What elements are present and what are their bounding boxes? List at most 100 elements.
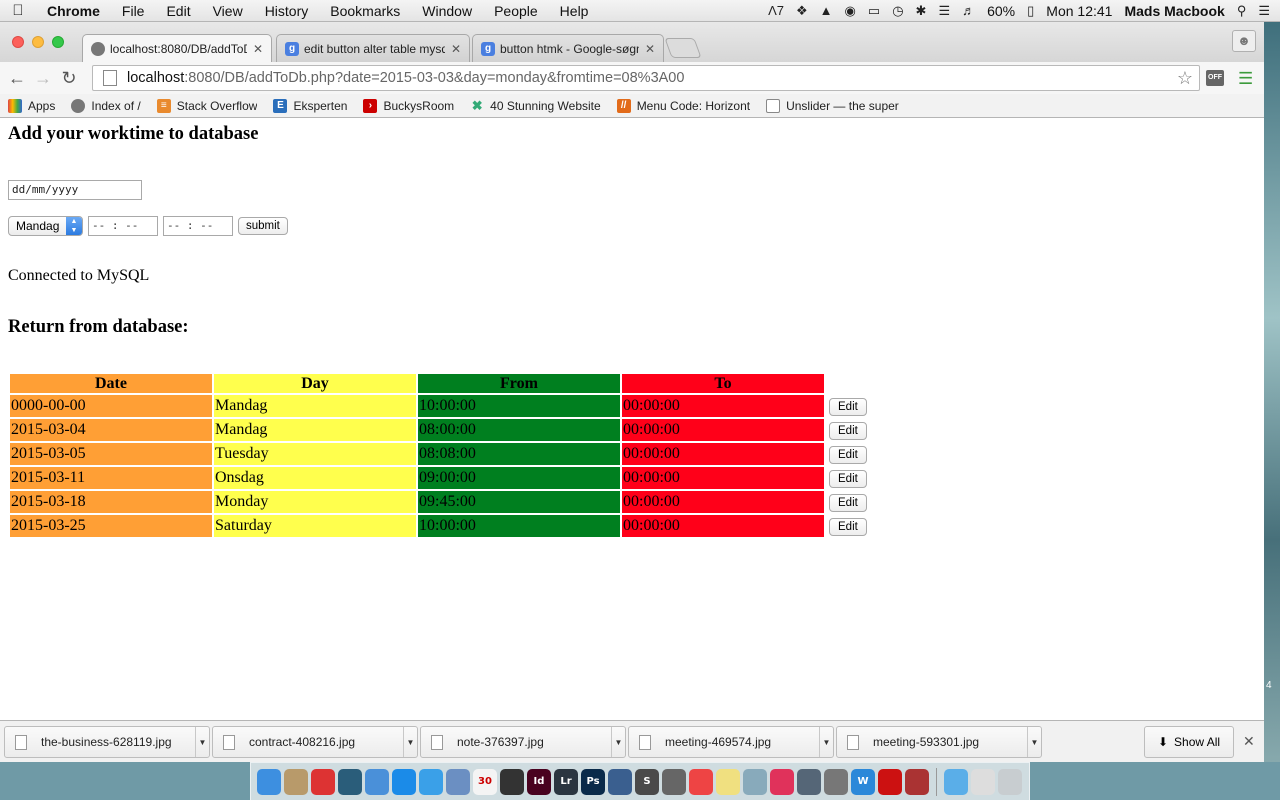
download-item[interactable]: contract-408216.jpg ▼ [212, 726, 418, 758]
indesign-icon[interactable]: Id [527, 768, 551, 795]
lightroom-icon[interactable]: Lr [554, 768, 578, 795]
window-close-button[interactable] [12, 36, 24, 48]
spotlight-search-icon[interactable]: ⚲ [1237, 3, 1247, 19]
menu-view[interactable]: View [202, 3, 254, 19]
bookmark-stack-overflow[interactable]: ≡ Stack Overflow [149, 98, 266, 113]
edit-button[interactable]: Edit [829, 445, 867, 464]
menu-window[interactable]: Window [411, 3, 483, 19]
apple-menu-icon[interactable]:  [0, 2, 36, 19]
forward-arrow-icon[interactable]: → [30, 68, 56, 89]
download-item[interactable]: the-business-628119.jpg ▼ [4, 726, 210, 758]
photo-booth-icon[interactable] [905, 768, 929, 795]
bookmark-eksperten[interactable]: E Eksperten [265, 98, 355, 113]
finder-icon[interactable] [257, 768, 281, 795]
menu-people[interactable]: People [483, 3, 549, 19]
menu-help[interactable]: Help [549, 3, 600, 19]
clock[interactable]: Mon 12:41 [1046, 3, 1112, 19]
battery-percent[interactable]: 60% [987, 3, 1015, 19]
time-machine-status-icon[interactable]: ◷ [892, 3, 903, 19]
bookmark-star-icon[interactable]: ☆ [1177, 68, 1193, 89]
submit-button[interactable]: submit [238, 217, 288, 235]
edit-button[interactable]: Edit [829, 421, 867, 440]
bookmark-40-stunning[interactable]: ✖ 40 Stunning Website [462, 99, 609, 113]
chrome-icon[interactable] [689, 768, 713, 795]
window-minimize-button[interactable] [32, 36, 44, 48]
back-arrow-icon[interactable]: ← [4, 68, 30, 89]
close-icon[interactable]: ✕ [253, 42, 263, 56]
new-tab-button[interactable] [664, 38, 702, 58]
notification-center-icon[interactable]: ☰ [1258, 3, 1270, 19]
bookmark-index[interactable]: Index of / [63, 98, 148, 113]
page-info-icon[interactable] [103, 70, 117, 86]
date-input[interactable]: dd/mm/yyyy [8, 180, 142, 200]
edit-button[interactable]: Edit [829, 517, 867, 536]
sublime-icon[interactable]: S [635, 768, 659, 795]
itunes-icon[interactable] [770, 768, 794, 795]
show-all-downloads-button[interactable]: ⬇ Show All [1144, 726, 1234, 758]
preview-icon[interactable] [446, 768, 470, 795]
day-select[interactable]: Mandag ▲ ▼ [8, 216, 83, 236]
bookmark-unslider[interactable]: Unslider — the super [758, 98, 907, 113]
instruments-icon[interactable] [608, 768, 632, 795]
from-time-input[interactable]: -- : -- [88, 216, 158, 236]
pencil-icon[interactable] [284, 768, 308, 795]
chrome-menu-icon[interactable]: ☰ [1238, 69, 1253, 89]
airplay-icon[interactable]: ▭ [868, 3, 880, 19]
wunderlist-icon[interactable]: W [851, 768, 875, 795]
chevron-down-icon[interactable]: ▼ [611, 727, 625, 757]
tab-edit-button-search[interactable]: g edit button alter table mysq ✕ [276, 34, 470, 62]
download-item[interactable]: meeting-469574.jpg ▼ [628, 726, 834, 758]
photoshop-icon[interactable]: Ps [581, 768, 605, 795]
chevron-down-icon[interactable]: ▼ [1027, 727, 1041, 757]
drive-icon[interactable]: ▲ [820, 3, 833, 18]
acrobat-icon[interactable] [878, 768, 902, 795]
bookmark-menu-code[interactable]: // Menu Code: Horizont [609, 98, 758, 113]
edit-button[interactable]: Edit [829, 397, 867, 416]
bookmark-buckysroom[interactable]: › BuckysRoom [355, 98, 462, 113]
system-prefs-icon[interactable] [824, 768, 848, 795]
download-item[interactable]: note-376397.jpg ▼ [420, 726, 626, 758]
volume-icon[interactable]: ♬ [962, 3, 975, 18]
chevron-down-icon[interactable]: ▼ [195, 727, 209, 757]
calendar-icon[interactable]: 30 [473, 768, 497, 795]
bookmark-apps[interactable]: Apps [0, 98, 63, 113]
documents-icon[interactable] [971, 768, 995, 795]
download-item[interactable]: meeting-593301.jpg ▼ [836, 726, 1042, 758]
user-name[interactable]: Mads Macbook [1124, 3, 1224, 19]
reload-icon[interactable]: ↻ [56, 68, 82, 89]
edit-button[interactable]: Edit [829, 493, 867, 512]
xcode-icon[interactable] [365, 768, 389, 795]
trash-icon[interactable] [998, 768, 1022, 795]
to-time-input[interactable]: -- : -- [163, 216, 233, 236]
wifi-icon[interactable]: ☰ [938, 3, 950, 19]
close-icon[interactable]: ✕ [451, 42, 461, 56]
utility-icon[interactable] [797, 768, 821, 795]
menu-app-name[interactable]: Chrome [36, 3, 111, 19]
tab-localhost[interactable]: localhost:8080/DB/addToD ✕ [82, 34, 272, 62]
adobe-status-icon[interactable]: Λ7 [768, 3, 784, 18]
notes-icon[interactable] [716, 768, 740, 795]
edit-button[interactable]: Edit [829, 469, 867, 488]
profile-icon[interactable]: ☻ [1232, 30, 1256, 52]
dvd-player-icon[interactable] [500, 768, 524, 795]
scrapbook-icon[interactable] [311, 768, 335, 795]
eye-icon[interactable]: ◉ [845, 3, 856, 19]
photos-icon[interactable] [743, 768, 767, 795]
github-icon[interactable] [662, 768, 686, 795]
applications-folder-icon[interactable] [944, 768, 968, 795]
dropbox-icon[interactable]: ❖ [796, 3, 808, 19]
menu-edit[interactable]: Edit [155, 3, 201, 19]
close-icon[interactable]: ✕ [645, 42, 655, 56]
bluetooth-icon[interactable]: ✱ [916, 3, 927, 19]
window-zoom-button[interactable] [52, 36, 64, 48]
battery-icon[interactable]: ▯ [1027, 3, 1034, 19]
app-store-icon[interactable] [392, 768, 416, 795]
tab-button-htmk-search[interactable]: g button htmk - Google-søgni ✕ [472, 34, 664, 62]
time-machine-icon[interactable] [338, 768, 362, 795]
menu-history[interactable]: History [254, 3, 320, 19]
extension-off-badge[interactable]: OFF [1206, 70, 1224, 86]
address-bar[interactable]: localhost:8080/DB/addToDb.php?date=2015-… [92, 65, 1200, 91]
chevron-down-icon[interactable]: ▼ [403, 727, 417, 757]
safari-icon[interactable] [419, 768, 443, 795]
menu-file[interactable]: File [111, 3, 156, 19]
